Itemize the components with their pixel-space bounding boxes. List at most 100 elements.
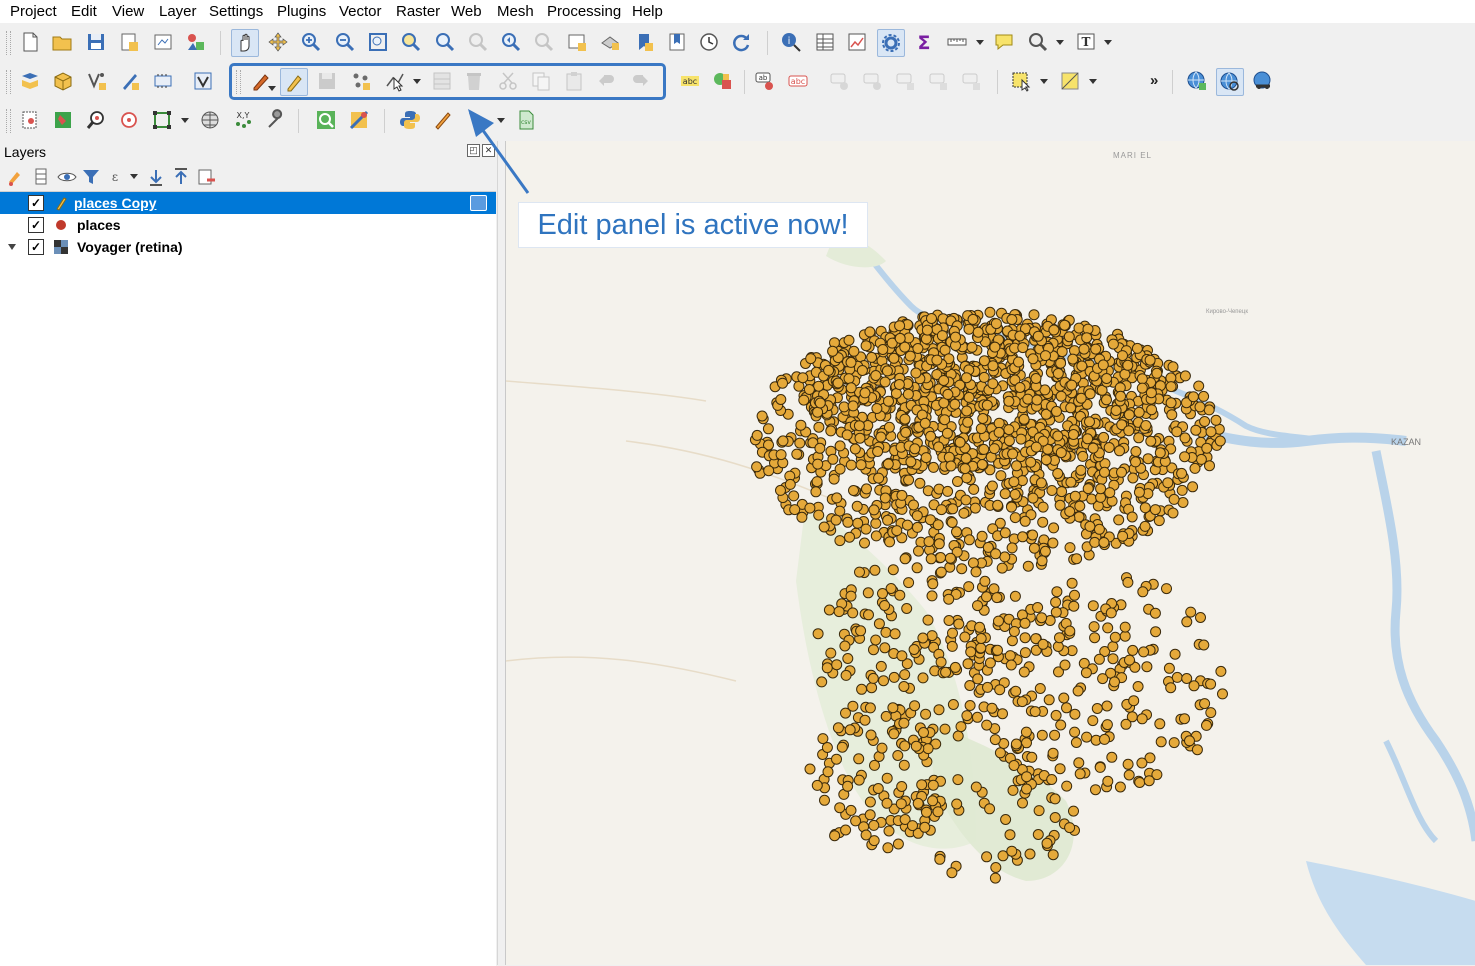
new-shapefile-icon[interactable] [85, 69, 109, 93]
processing-toolbox-icon[interactable] [877, 29, 905, 57]
data-source-manager-icon[interactable] [18, 69, 42, 93]
measure-icon[interactable] [945, 30, 969, 54]
menu-settings[interactable]: Settings [209, 3, 263, 20]
locate-dropdown-icon[interactable] [1056, 40, 1064, 45]
label-properties-icon[interactable] [960, 69, 984, 93]
new-3d-view-icon[interactable] [598, 30, 622, 54]
rotate-label-icon[interactable] [894, 69, 918, 93]
temporal-controller-icon[interactable] [697, 30, 721, 54]
save-project-icon[interactable] [84, 30, 108, 54]
menu-mesh[interactable]: Mesh [497, 3, 534, 20]
style-layer-icon[interactable] [4, 165, 28, 189]
expand-arrow-icon[interactable] [8, 244, 16, 250]
sum-icon[interactable]: Σ [912, 30, 936, 54]
new-virtual-layer-icon[interactable] [151, 69, 175, 93]
zoom-last-icon[interactable] [499, 30, 523, 54]
remove-layer-icon[interactable] [194, 165, 218, 189]
layer-item-places-copy[interactable]: ✓ places Copy [0, 192, 496, 214]
filter-dropdown-icon[interactable] [130, 174, 138, 179]
open-attribute-table-icon[interactable] [813, 30, 837, 54]
metasearch-icon[interactable] [1185, 69, 1209, 93]
new-geopackage-icon[interactable] [51, 69, 75, 93]
show-bookmarks-icon[interactable] [665, 30, 689, 54]
layer-visibility-checkbox[interactable]: ✓ [28, 239, 44, 255]
new-bookmark-icon[interactable] [632, 30, 656, 54]
toolbar-handle[interactable] [6, 31, 11, 55]
annotation-dropdown-icon[interactable] [1104, 40, 1112, 45]
globe-grid-icon[interactable] [198, 108, 222, 132]
new-temporary-layer-icon[interactable] [118, 69, 142, 93]
manage-map-themes-icon[interactable] [55, 165, 79, 189]
layer-visibility-checkbox[interactable]: ✓ [28, 217, 44, 233]
bounding-box-icon[interactable] [150, 108, 174, 132]
bounding-box-dropdown-icon[interactable] [181, 118, 189, 123]
open-project-icon[interactable] [50, 30, 74, 54]
zoom-next-icon[interactable] [532, 30, 556, 54]
menu-vector[interactable]: Vector [339, 3, 382, 20]
print-layout-icon[interactable] [151, 30, 175, 54]
highlight-pinned-labels-icon[interactable]: ab [753, 69, 777, 93]
layer-item-places[interactable]: ✓ places [0, 214, 496, 236]
text-annotation-icon[interactable]: T [1074, 30, 1098, 54]
menu-raster[interactable]: Raster [396, 3, 440, 20]
toolbar-overflow-button[interactable]: » [1150, 72, 1158, 89]
map-tips-icon[interactable] [992, 30, 1016, 54]
style-manager-icon[interactable] [184, 30, 208, 54]
qgis-search-icon[interactable] [314, 108, 338, 132]
show-hide-labels-icon[interactable] [828, 69, 852, 93]
zoom-full-icon[interactable] [366, 30, 390, 54]
expand-all-icon[interactable] [144, 165, 168, 189]
zoom-native-icon[interactable] [466, 30, 490, 54]
select-by-expression-icon[interactable] [1058, 69, 1082, 93]
menu-project[interactable]: Project [10, 3, 57, 20]
select-features-icon[interactable] [1009, 69, 1033, 93]
menu-help[interactable]: Help [632, 3, 663, 20]
geocoding-icon[interactable] [117, 108, 141, 132]
virtual-layer-icon[interactable] [191, 69, 215, 93]
pan-map-icon[interactable] [231, 29, 259, 57]
menu-web[interactable]: Web [451, 3, 482, 20]
save-as-icon[interactable] [117, 30, 141, 54]
new-project-icon[interactable] [18, 30, 42, 54]
layer-labeling-icon[interactable]: abc [678, 69, 702, 93]
select-expression-dropdown-icon[interactable] [1089, 79, 1097, 84]
layer-item-voyager[interactable]: ✓ Voyager (retina) [0, 236, 496, 258]
layer-diagram-icon[interactable] [711, 69, 735, 93]
web-service-icon[interactable] [1251, 69, 1275, 93]
map-canvas[interactable]: MARI EL KAZAN Кирово-Чепецк [505, 141, 1475, 965]
pencil-tool-icon[interactable] [431, 108, 455, 132]
zoom-in-icon[interactable] [299, 30, 323, 54]
layer-visibility-checkbox[interactable]: ✓ [28, 195, 44, 211]
zoom-out-icon[interactable] [333, 30, 357, 54]
add-group-icon[interactable] [29, 165, 53, 189]
zoom-to-layer-icon[interactable] [433, 30, 457, 54]
pin-unpin-labels-icon[interactable]: abc [786, 69, 810, 93]
menu-plugins[interactable]: Plugins [277, 3, 326, 20]
menu-processing[interactable]: Processing [547, 3, 621, 20]
move-label-icon[interactable] [861, 69, 885, 93]
collapse-all-icon[interactable] [169, 165, 193, 189]
quickmapservices-icon[interactable] [51, 108, 75, 132]
filter-legend-icon[interactable] [79, 165, 103, 189]
python-console-icon[interactable] [398, 108, 422, 132]
menu-view[interactable]: View [112, 3, 144, 20]
search-feature-icon[interactable] [84, 108, 108, 132]
filter-by-expression-icon[interactable]: ε [104, 165, 128, 189]
metasearch-active-icon[interactable] [1216, 68, 1244, 96]
statistics-icon[interactable] [845, 30, 869, 54]
zoom-to-selection-icon[interactable] [399, 30, 423, 54]
toolbar-handle[interactable] [6, 109, 11, 133]
new-map-view-icon[interactable] [565, 30, 589, 54]
plugin-tool-icon[interactable] [347, 108, 371, 132]
wrench-icon[interactable] [264, 108, 288, 132]
new-layer-from-template-icon[interactable] [18, 108, 42, 132]
refresh-icon[interactable] [729, 30, 753, 54]
xy-tools-icon[interactable]: X,Y [231, 108, 255, 132]
select-dropdown-icon[interactable] [1040, 79, 1048, 84]
measure-dropdown-icon[interactable] [976, 40, 984, 45]
change-label-icon[interactable] [927, 69, 951, 93]
identify-features-icon[interactable]: i [779, 30, 803, 54]
pan-to-selection-icon[interactable] [266, 30, 290, 54]
menu-edit[interactable]: Edit [71, 3, 97, 20]
menu-layer[interactable]: Layer [159, 3, 197, 20]
